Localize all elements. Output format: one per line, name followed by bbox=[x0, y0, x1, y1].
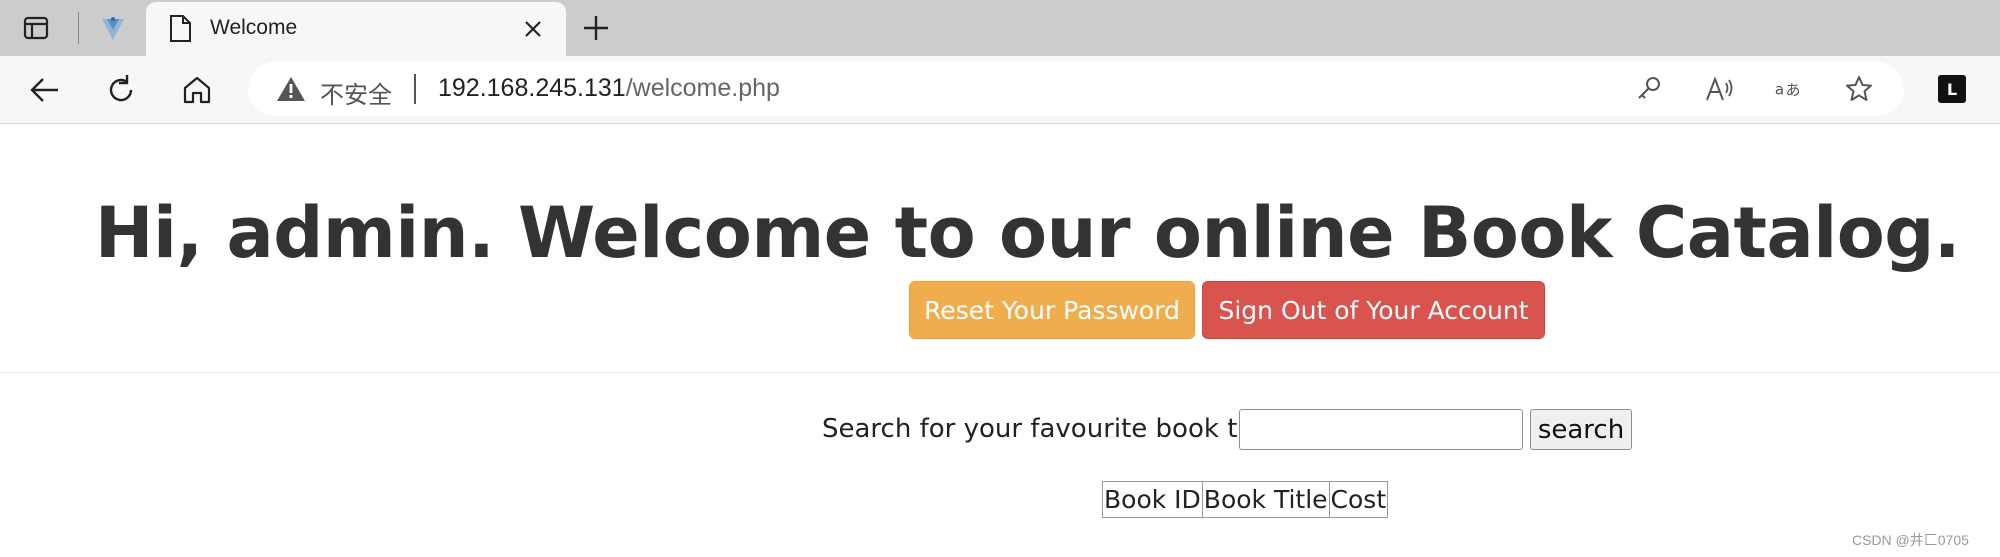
greeting-prefix: Hi, bbox=[94, 192, 227, 274]
warning-icon[interactable] bbox=[276, 75, 306, 103]
table-header-row: Book ID Book Title Cost bbox=[1102, 481, 1389, 518]
svg-text:a: a bbox=[1775, 80, 1784, 98]
address-separator bbox=[414, 74, 416, 104]
svg-text:あ: あ bbox=[1785, 81, 1800, 99]
translate-icon[interactable]: aあ bbox=[1774, 74, 1804, 104]
greeting-suffix: . Welcome to our online Book Catalog. bbox=[468, 192, 1960, 274]
new-tab-plus-icon[interactable] bbox=[578, 10, 614, 46]
page-title: Hi, admin. Welcome to our online Book Ca… bbox=[0, 192, 1961, 274]
column-header-cost: Cost bbox=[1328, 481, 1389, 518]
book-table: Book ID Book Title Cost bbox=[1102, 481, 1389, 518]
home-icon[interactable] bbox=[177, 70, 217, 110]
search-button[interactable]: search bbox=[1530, 409, 1632, 450]
tab-title: Welcome bbox=[210, 16, 298, 39]
favorite-star-icon[interactable] bbox=[1844, 74, 1874, 104]
search-label: Search for your favourite book title bbox=[822, 414, 1279, 444]
reset-password-button[interactable]: Reset Your Password bbox=[909, 281, 1195, 339]
url-text[interactable]: 192.168.245.131/welcome.php bbox=[438, 74, 780, 103]
column-header-book-id: Book ID bbox=[1102, 481, 1203, 518]
refresh-icon[interactable] bbox=[101, 70, 141, 110]
url-path: /welcome.php bbox=[625, 74, 780, 102]
search-input[interactable] bbox=[1239, 409, 1523, 450]
divider bbox=[0, 372, 2000, 373]
tab-actions-icon[interactable] bbox=[22, 14, 50, 42]
security-status-label[interactable]: 不安全 bbox=[320, 75, 392, 110]
username: admin bbox=[226, 192, 469, 274]
watermark: CSDN @井匚0705 bbox=[1852, 532, 1969, 548]
column-header-book-title: Book Title bbox=[1201, 481, 1330, 518]
sign-out-button[interactable]: Sign Out of Your Account bbox=[1202, 281, 1545, 339]
key-icon[interactable] bbox=[1634, 74, 1664, 104]
address-bar[interactable]: 不安全 192.168.245.131/welcome.php aあ bbox=[248, 62, 1904, 116]
back-arrow-icon[interactable] bbox=[24, 70, 64, 110]
read-aloud-icon[interactable] bbox=[1704, 74, 1734, 104]
browser-toolbar: 不安全 192.168.245.131/welcome.php aあ L bbox=[0, 56, 2000, 124]
tab-separator bbox=[78, 12, 79, 44]
pinned-tab-favicon-icon[interactable] bbox=[98, 13, 128, 43]
extension-icon[interactable]: L bbox=[1938, 75, 1966, 103]
page-icon bbox=[166, 14, 194, 44]
url-host: 192.168.245.131 bbox=[438, 74, 626, 102]
tab-strip: Welcome bbox=[0, 0, 2000, 56]
tab-welcome[interactable]: Welcome bbox=[146, 2, 566, 56]
close-icon[interactable] bbox=[518, 14, 548, 44]
